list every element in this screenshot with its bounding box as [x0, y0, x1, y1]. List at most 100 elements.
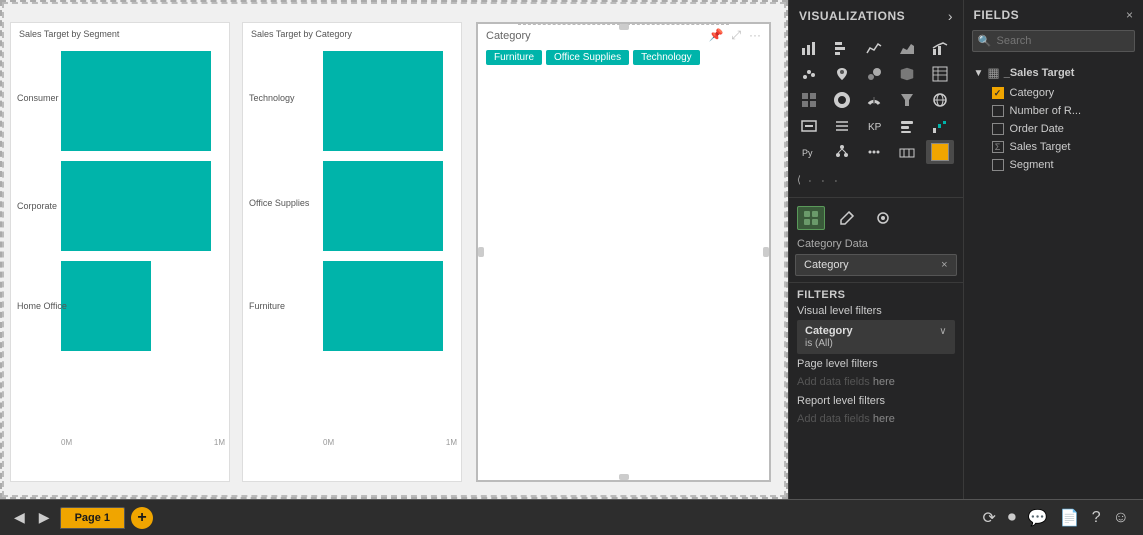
furniture-bar [323, 261, 443, 351]
axis-0m-left: 0M [61, 438, 72, 447]
field-well-icons [789, 202, 963, 234]
chart2-title: Sales Target by Category [243, 23, 461, 39]
consumer-bar [61, 51, 211, 151]
comment-btn[interactable]: 💬 [1024, 506, 1052, 530]
field-label-salestarget: Sales Target [1010, 141, 1071, 153]
group-name: _Sales Target [1004, 67, 1075, 79]
emoji-btn[interactable]: ☺ [1109, 507, 1133, 529]
gauge-icon[interactable] [860, 88, 888, 112]
axis-1m-left: 1M [214, 438, 225, 447]
group-header-sales-target[interactable]: ▼ ▦ _Sales Target [970, 62, 1137, 84]
donut-icon[interactable] [828, 88, 856, 112]
field-label-segment: Segment [1010, 159, 1054, 171]
homeoffice-bar [61, 261, 151, 351]
slicer-icon[interactable] [893, 114, 921, 138]
page-footer: ◀ ▶ Page 1 + ⟳ ⏺ 💬 📄 ? ☺ [0, 499, 1143, 535]
field-label-category: Category [1010, 87, 1055, 99]
field-item-segment[interactable]: Segment [970, 156, 1137, 174]
canvas-area: Sales Target by Segment Consumer Corpora… [0, 0, 788, 499]
scatter-icon[interactable] [795, 62, 823, 86]
expand-icon[interactable]: ⤢ [731, 28, 741, 43]
chart-segment[interactable]: Sales Target by Segment Consumer Corpora… [10, 22, 230, 482]
play-btn[interactable]: ⏺ [1004, 507, 1020, 529]
field-item-orderdate[interactable]: Order Date [970, 120, 1137, 138]
checkbox-category: ✓ [992, 87, 1004, 99]
field-well-grid-icon[interactable] [797, 206, 825, 230]
bar-chart-icon[interactable] [795, 36, 823, 60]
field-item-number[interactable]: Number of R... [970, 102, 1137, 120]
page-next-btn[interactable]: ▶ [35, 507, 54, 528]
resize-handle-bottom[interactable] [619, 474, 629, 480]
category-filter-header: Category ∨ [805, 325, 947, 337]
resize-handle-right[interactable] [763, 247, 769, 257]
viz-panel: VISUALIZATIONS › [789, 0, 964, 499]
line-chart-icon[interactable] [860, 36, 888, 60]
fields-panel-close[interactable]: × [1126, 8, 1133, 22]
page-prev-btn[interactable]: ◀ [10, 507, 29, 528]
table-icon[interactable] [926, 62, 954, 86]
multirow-icon[interactable] [828, 114, 856, 138]
chart-category[interactable]: Sales Target by Category Technology Offi… [242, 22, 462, 482]
search-input[interactable] [972, 30, 1135, 52]
more1-icon[interactable] [860, 140, 888, 164]
right-panel: VISUALIZATIONS › [788, 0, 1143, 499]
corporate-label: Corporate [17, 201, 57, 211]
add-page-btn[interactable]: + [131, 507, 153, 529]
format-icon[interactable] [893, 140, 921, 164]
add-fields-report: Add data fields here [797, 410, 955, 428]
svg-text:Py: Py [802, 148, 813, 158]
slicer-item-office[interactable]: Office Supplies [546, 50, 629, 65]
category-data-label: Category Data [789, 234, 963, 252]
help-btn[interactable]: ? [1088, 507, 1105, 529]
slicer-panel[interactable]: 📌 ⤢ ··· Category Furniture Office Suppli… [476, 22, 771, 482]
checkbox-orderdate [992, 123, 1004, 135]
card-icon[interactable] [795, 114, 823, 138]
map-icon[interactable] [828, 62, 856, 86]
consumer-label: Consumer [17, 93, 59, 103]
office-bar [323, 161, 443, 251]
more-icon[interactable]: ··· [749, 28, 761, 43]
here-label-report: here [873, 413, 895, 425]
decomp-icon[interactable] [828, 140, 856, 164]
category-well-close[interactable]: × [941, 259, 947, 271]
tech-bar [323, 51, 443, 151]
kpi-icon[interactable]: KPI [860, 114, 888, 138]
scroll-left-icon[interactable]: ⟨ [797, 175, 801, 186]
combo-chart-icon[interactable] [926, 36, 954, 60]
column-chart-icon[interactable] [828, 36, 856, 60]
page-tab-1[interactable]: Page 1 [60, 507, 125, 529]
viz-panel-arrow[interactable]: › [948, 8, 953, 24]
field-item-category[interactable]: ✓ Category [970, 84, 1137, 102]
globe-icon[interactable] [926, 88, 954, 112]
bookmark-btn[interactable]: 📄 [1056, 506, 1084, 530]
search-icon: 🔍 [978, 35, 992, 48]
category-filter-chevron[interactable]: ∨ [939, 326, 946, 337]
more-options-row: ⟨ · · · [789, 168, 963, 193]
slicer-item-tech[interactable]: Technology [633, 50, 700, 65]
bubble-icon[interactable] [860, 62, 888, 86]
resize-handle-top[interactable] [619, 24, 629, 30]
area-chart-icon[interactable] [893, 36, 921, 60]
field-well-analytics-icon[interactable] [869, 206, 897, 230]
refresh-btn[interactable]: ⟳ [978, 506, 999, 530]
resize-handle-left[interactable] [478, 247, 484, 257]
field-label-number: Number of R... [1010, 105, 1082, 117]
office-label: Office Supplies [249, 198, 309, 208]
group-arrow-icon: ▼ [974, 68, 984, 79]
category-field-well[interactable]: Category × [795, 254, 957, 276]
pin-icon[interactable]: 📌 [708, 28, 723, 43]
filled-map-icon[interactable] [893, 62, 921, 86]
sales-target-group: ▼ ▦ _Sales Target ✓ Category Nu [964, 62, 1143, 174]
field-item-salestarget[interactable]: Σ Sales Target [970, 138, 1137, 156]
funnel-icon[interactable] [893, 88, 921, 112]
filters-section: FILTERS Visual level filters Category ∨ … [789, 282, 963, 428]
slicer-item-furniture[interactable]: Furniture [486, 50, 542, 65]
matrix-icon[interactable] [795, 88, 823, 112]
category-filter-card[interactable]: Category ∨ is (All) [797, 320, 955, 354]
checkbox-number [992, 105, 1004, 117]
py-visual-icon[interactable]: Py [795, 140, 823, 164]
field-well-brush-icon[interactable] [833, 206, 861, 230]
yellow-rect-icon[interactable] [926, 140, 954, 164]
waterfall-icon[interactable] [926, 114, 954, 138]
more-dots[interactable]: · · · [807, 170, 840, 191]
